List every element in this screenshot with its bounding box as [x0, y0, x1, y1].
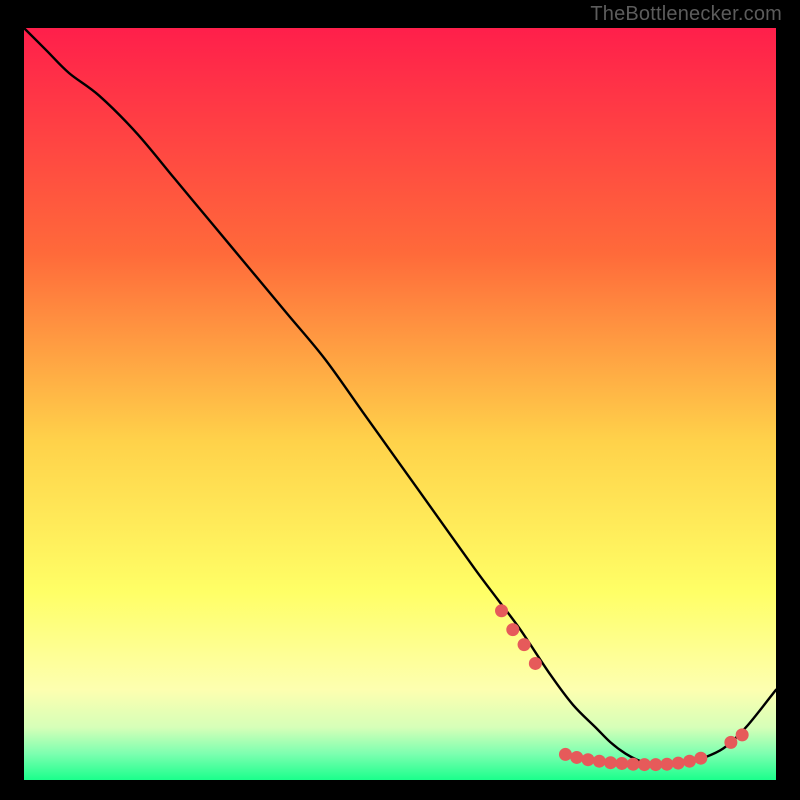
highlight-dot — [506, 623, 519, 636]
bottleneck-chart — [24, 28, 776, 780]
highlight-dot — [683, 755, 696, 768]
highlight-dot — [518, 638, 531, 651]
plot-area — [24, 28, 776, 780]
highlight-dot — [529, 657, 542, 670]
chart-frame: TheBottlenecker.com — [0, 0, 800, 800]
highlight-dot — [694, 752, 707, 765]
highlight-dot — [582, 753, 595, 766]
highlight-dot — [672, 757, 685, 770]
highlight-dot — [660, 758, 673, 771]
highlight-dot — [559, 748, 572, 761]
highlight-dot — [649, 758, 662, 771]
highlight-dot — [627, 758, 640, 771]
highlight-dot — [593, 755, 606, 768]
highlight-dot — [604, 756, 617, 769]
highlight-dot — [615, 757, 628, 770]
highlight-dot — [638, 758, 651, 771]
highlight-dot — [724, 736, 737, 749]
highlight-dot — [570, 751, 583, 764]
highlight-dot — [495, 604, 508, 617]
attribution-label: TheBottlenecker.com — [590, 3, 782, 26]
gradient-background — [24, 28, 776, 780]
highlight-dot — [736, 728, 749, 741]
